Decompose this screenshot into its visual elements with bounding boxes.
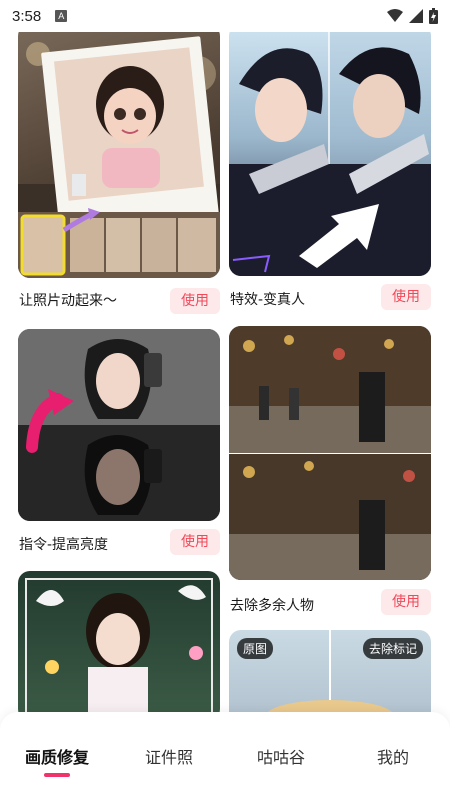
use-button-brighten[interactable]: 使用 <box>170 529 220 555</box>
to-real-person-illustration <box>229 24 431 276</box>
brighten-illustration <box>18 329 220 521</box>
battery-charging-icon <box>429 8 438 24</box>
card-title-brighten: 指令-提高亮度 <box>19 537 109 553</box>
nav-tab-mine[interactable]: 我的 <box>337 744 449 768</box>
notification-icon: A <box>55 10 68 22</box>
nav-active-indicator <box>44 773 70 777</box>
card-image-frame-portrait[interactable] <box>18 571 220 721</box>
card-image-remove-people[interactable] <box>229 326 431 580</box>
nav-tab-gugugu[interactable]: 咕咕谷 <box>225 744 337 768</box>
use-button-to-real-person[interactable]: 使用 <box>381 284 431 310</box>
frame-portrait-illustration <box>25 578 213 721</box>
feature-card-to-real-person[interactable]: 特效-变真人 使用 <box>229 0 431 316</box>
use-button-animate-photo[interactable]: 使用 <box>170 288 220 314</box>
card-title-to-real-person: 特效-变真人 <box>230 292 306 308</box>
use-button-remove-people[interactable]: 使用 <box>381 589 431 615</box>
card-image-to-real-person[interactable] <box>229 24 431 276</box>
animate-photo-illustration <box>18 36 220 278</box>
nav-tab-image-restore[interactable]: 画质修复 <box>1 744 113 768</box>
card-title-remove-people: 去除多余人物 <box>230 598 314 614</box>
remove-people-illustration <box>229 326 431 580</box>
status-time: 3:58 <box>12 7 42 25</box>
nav-tab-id-photo[interactable]: 证件照 <box>113 744 225 768</box>
feature-card-animate-photo[interactable]: 让照片动起来～ 使用 <box>18 0 220 316</box>
wifi-icon <box>387 9 403 22</box>
feature-card-remove-people[interactable]: 去除多余人物 使用 <box>229 316 431 616</box>
tag-original: 原图 <box>237 638 274 659</box>
feature-card-frame-portrait[interactable] <box>18 560 220 721</box>
feature-card-brighten[interactable]: 指令-提高亮度 使用 <box>18 316 220 560</box>
bottom-nav: 画质修复 证件照 咕咕谷 我的 <box>0 712 450 800</box>
signal-icon <box>409 9 423 23</box>
app-root: 让照片动起来～ 使用 特效-变真人 使用 指令-提高亮度 使用 去除多余人物 使… <box>0 0 450 800</box>
card-image-brighten[interactable] <box>18 329 220 521</box>
tag-watermark-removed: 去除标记 <box>362 638 423 659</box>
feature-feed[interactable]: 让照片动起来～ 使用 特效-变真人 使用 指令-提高亮度 使用 去除多余人物 使… <box>0 0 450 800</box>
status-icons <box>387 8 438 24</box>
card-title-animate-photo: 让照片动起来～ <box>19 293 117 309</box>
card-image-animate-photo[interactable] <box>18 24 220 278</box>
status-bar: 3:58 A <box>0 0 450 32</box>
